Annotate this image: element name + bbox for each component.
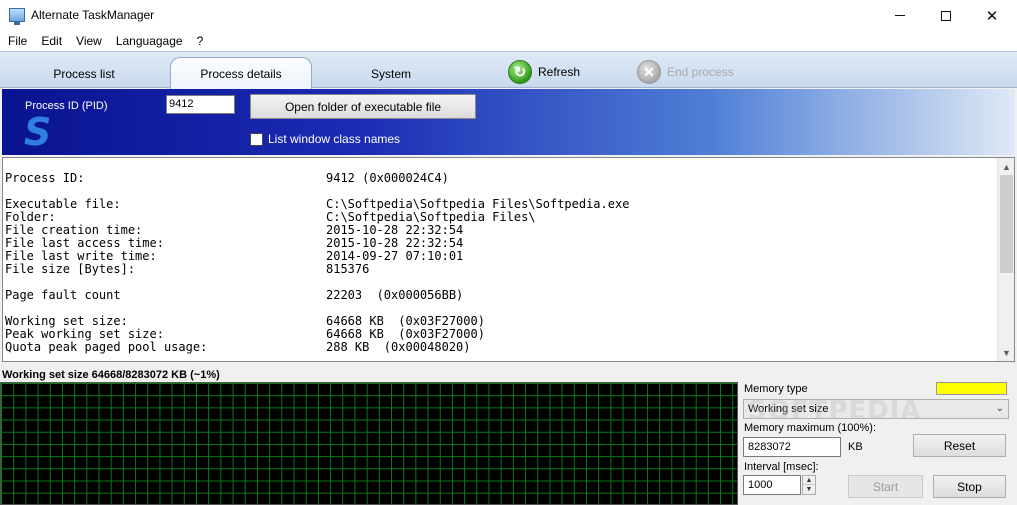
- memory-max-input[interactable]: 8283072: [743, 437, 841, 457]
- list-window-class-names-option[interactable]: List window class names: [250, 132, 400, 146]
- list-window-class-names-label: List window class names: [268, 132, 401, 146]
- process-details-text[interactable]: Process ID: 9412 (0x000024C4) Executable f…: [2, 157, 1015, 362]
- details-key: Process ID:: [5, 171, 85, 185]
- open-folder-button[interactable]: Open folder of executable file: [250, 94, 476, 119]
- menu-help[interactable]: ?: [190, 31, 211, 51]
- details-row: Process ID: 9412 (0x000024C4): [5, 172, 629, 185]
- memory-graph: [0, 382, 738, 505]
- interval-input[interactable]: 1000: [743, 475, 801, 495]
- tab-process-details[interactable]: Process details: [170, 57, 312, 89]
- scroll-up-icon[interactable]: ▲: [998, 158, 1014, 175]
- memory-max-unit: KB: [848, 441, 863, 453]
- reset-button[interactable]: Reset: [913, 434, 1006, 457]
- pid-input[interactable]: 9412: [166, 95, 235, 114]
- stepper-up-icon[interactable]: ▲: [803, 476, 815, 485]
- refresh-icon: ↻: [508, 60, 532, 84]
- end-process-button[interactable]: ✕ End process: [637, 60, 734, 84]
- details-value: 22203 (0x000056BB): [326, 288, 464, 302]
- interval-label: Interval [msec]:: [744, 461, 819, 473]
- maximize-button[interactable]: [923, 0, 969, 31]
- details-scrollbar[interactable]: ▲ ▼: [997, 158, 1014, 361]
- tab-process-list[interactable]: Process list: [4, 58, 164, 89]
- details-key: File size [Bytes]:: [5, 262, 136, 276]
- minimize-icon: [895, 15, 905, 16]
- menu-language[interactable]: Languagage: [109, 31, 190, 51]
- tab-system[interactable]: System: [320, 58, 462, 89]
- details-value: 815376: [326, 262, 370, 276]
- memory-max-label: Memory maximum (100%):: [744, 422, 877, 434]
- details-value: 288 KB (0x00048020): [326, 340, 471, 354]
- menu-file[interactable]: File: [0, 31, 34, 51]
- scroll-thumb[interactable]: [1000, 175, 1013, 273]
- scroll-down-icon[interactable]: ▼: [998, 344, 1014, 361]
- list-window-class-names-checkbox[interactable]: [250, 132, 263, 146]
- refresh-label: Refresh: [538, 65, 581, 79]
- app-icon: [9, 8, 25, 25]
- memory-type-value: Working set size: [748, 403, 829, 415]
- stepper-down-icon[interactable]: ▼: [803, 485, 815, 494]
- menu-view[interactable]: View: [69, 31, 109, 51]
- app-window: Alternate TaskManager ✕ File Edit View L…: [0, 0, 1017, 505]
- close-button[interactable]: ✕: [969, 0, 1015, 31]
- details-lines: Process ID: 9412 (0x000024C4) Executable f…: [5, 172, 629, 354]
- maximize-icon: [941, 10, 951, 21]
- memory-type-color-swatch[interactable]: [936, 382, 1007, 395]
- softpedia-logo: S: [24, 110, 52, 154]
- details-row: Page fault count 22203 (0x000056BB): [5, 289, 629, 302]
- end-process-icon: ✕: [637, 60, 661, 84]
- window-title: Alternate TaskManager: [31, 8, 155, 22]
- end-process-label: End process: [667, 65, 734, 79]
- memory-settings-panel: Memory type Working set size ⌄ SOFTPEDIA…: [738, 377, 1017, 505]
- details-row: Quota peak paged pool usage: 288 KB (0x00…: [5, 341, 629, 354]
- details-row: Executable file: C:\Softpedia\Softpedia F…: [5, 198, 629, 211]
- details-key: Quota peak paged pool usage:: [5, 340, 208, 354]
- refresh-button[interactable]: ↻ Refresh: [508, 60, 580, 84]
- chevron-down-icon: ⌄: [995, 403, 1004, 414]
- title-bar: Alternate TaskManager ✕: [0, 0, 1017, 31]
- details-key: Page fault count: [5, 288, 121, 302]
- details-header-panel: Process ID (PID) 9412 S Open folder of e…: [2, 89, 1015, 155]
- minimize-button[interactable]: [877, 0, 923, 31]
- memory-type-label: Memory type: [744, 383, 808, 395]
- menu-bar: File Edit View Languagage ?: [0, 31, 1017, 51]
- graph-label: Working set size 64668/8283072 KB (~1%): [2, 369, 220, 381]
- stop-button[interactable]: Stop: [933, 475, 1006, 498]
- menu-edit[interactable]: Edit: [34, 31, 69, 51]
- details-row: File size [Bytes]: 815376: [5, 263, 629, 276]
- memory-type-select[interactable]: Working set size ⌄: [743, 399, 1009, 419]
- close-icon: ✕: [985, 7, 999, 25]
- interval-stepper[interactable]: ▲ ▼: [802, 475, 816, 495]
- tab-strip: Process list Process details System ↻ Re…: [0, 51, 1017, 89]
- start-button[interactable]: Start: [848, 475, 923, 498]
- details-value: 9412 (0x000024C4): [326, 171, 449, 185]
